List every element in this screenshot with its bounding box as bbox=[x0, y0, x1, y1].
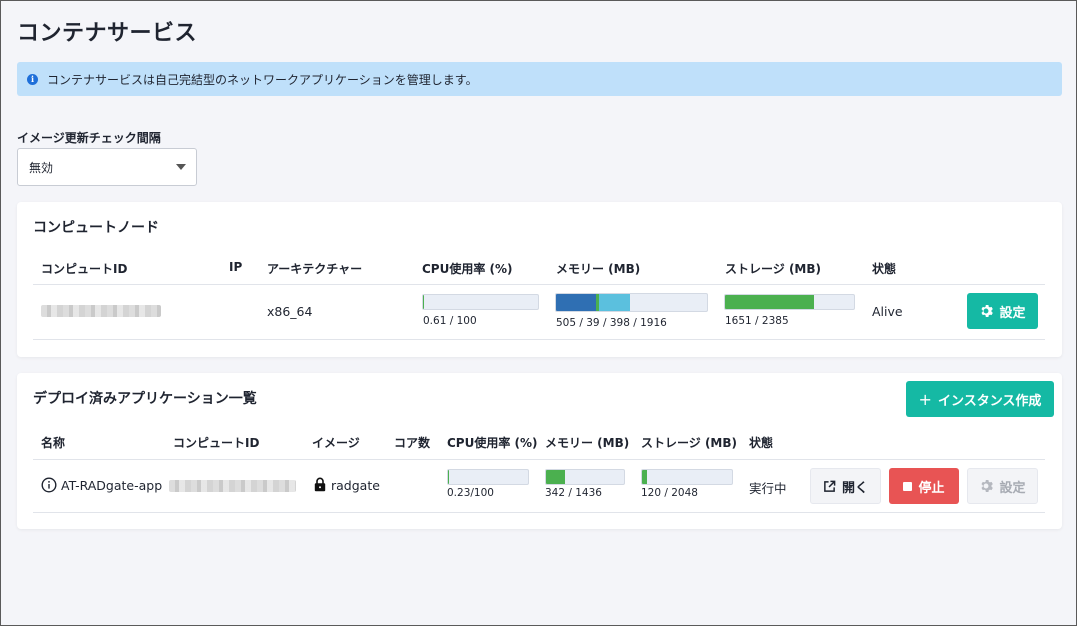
col-app-memory: メモリー (MB) bbox=[545, 436, 630, 450]
create-instance-button[interactable]: + インスタンス作成 bbox=[906, 381, 1054, 417]
node-memory-used bbox=[556, 294, 596, 311]
app-settings-label: 設定 bbox=[999, 480, 1026, 496]
compute-nodes-card: コンピュートノード コンピュートID IP アーキテクチャー CPU使用率 (%… bbox=[17, 202, 1062, 357]
header-divider bbox=[33, 459, 1045, 460]
info-banner: i コンテナサービスは自己完結型のネットワークアプリケーションを管理します。 bbox=[17, 62, 1062, 96]
page-title: コンテナサービス bbox=[17, 21, 198, 46]
node-storage-bar bbox=[724, 294, 855, 310]
update-check-select[interactable]: 無効 bbox=[17, 148, 197, 186]
stop-icon bbox=[903, 481, 913, 491]
lock-icon bbox=[314, 477, 326, 492]
update-check-value: 無効 bbox=[29, 160, 54, 175]
node-memory-bar bbox=[555, 293, 708, 312]
col-app-cpu: CPU使用率 (%) bbox=[447, 436, 538, 450]
app-storage-bar bbox=[641, 469, 733, 485]
app-name: AT-RADgate-app bbox=[61, 478, 163, 493]
node-status: Alive bbox=[872, 304, 903, 319]
info-icon: i bbox=[27, 73, 38, 85]
col-cores: コア数 bbox=[394, 436, 431, 450]
app-cpu-bar bbox=[447, 469, 529, 485]
compute-id-redacted bbox=[41, 305, 161, 317]
app-image: radgate bbox=[331, 478, 380, 493]
col-status: 状態 bbox=[872, 262, 897, 276]
node-cpu-fill bbox=[423, 295, 425, 309]
col-app-compute-id: コンピュートID bbox=[173, 436, 260, 450]
gear-icon bbox=[979, 479, 994, 493]
node-settings-button[interactable]: 設定 bbox=[967, 293, 1038, 329]
node-cpu-text: 0.61 / 100 bbox=[423, 315, 477, 327]
open-label: 開く bbox=[841, 480, 868, 496]
col-image: イメージ bbox=[312, 436, 360, 450]
node-memory-text: 505 / 39 / 398 / 1916 bbox=[556, 317, 667, 329]
row-divider bbox=[33, 512, 1045, 513]
col-app-status: 状態 bbox=[749, 436, 774, 450]
row-divider bbox=[33, 339, 1045, 340]
stop-label: 停止 bbox=[918, 480, 945, 496]
deployed-apps-title: デプロイ済みアプリケーション一覧 bbox=[33, 391, 257, 407]
plus-icon: + bbox=[918, 389, 932, 409]
stop-button[interactable]: 停止 bbox=[889, 468, 959, 504]
chevron-down-icon bbox=[176, 164, 186, 170]
col-cpu: CPU使用率 (%) bbox=[422, 262, 513, 276]
app-memory-text: 342 / 1436 bbox=[545, 487, 602, 499]
node-storage-text: 1651 / 2385 bbox=[725, 315, 789, 327]
gear-icon bbox=[979, 304, 994, 318]
col-storage: ストレージ (MB) bbox=[725, 262, 821, 276]
info-banner-text: コンテナサービスは自己完結型のネットワークアプリケーションを管理します。 bbox=[47, 72, 478, 87]
col-memory: メモリー (MB) bbox=[556, 262, 641, 276]
col-app-storage: ストレージ (MB) bbox=[641, 436, 737, 450]
col-name: 名称 bbox=[41, 436, 66, 450]
app-status: 実行中 bbox=[749, 481, 787, 496]
open-button[interactable]: 開く bbox=[810, 468, 881, 504]
info-circle-icon[interactable] bbox=[41, 477, 57, 493]
app-storage-text: 120 / 2048 bbox=[641, 487, 698, 499]
app-cpu-text: 0.23/100 bbox=[447, 487, 494, 499]
col-ip: IP bbox=[229, 260, 243, 274]
deployed-apps-card: デプロイ済みアプリケーション一覧 + インスタンス作成 名称 コンピュートID … bbox=[17, 373, 1062, 529]
create-instance-label: インスタンス作成 bbox=[937, 393, 1042, 409]
update-check-label: イメージ更新チェック間隔 bbox=[17, 131, 161, 145]
app-memory-bar bbox=[545, 469, 625, 485]
node-memory-cache bbox=[598, 294, 631, 311]
compute-nodes-title: コンピュートノード bbox=[33, 220, 159, 236]
app-storage-fill bbox=[642, 470, 648, 484]
node-storage-fill bbox=[725, 295, 815, 309]
app-settings-button[interactable]: 設定 bbox=[967, 468, 1038, 504]
header-divider bbox=[33, 284, 1045, 285]
node-arch: x86_64 bbox=[267, 304, 313, 319]
col-arch: アーキテクチャー bbox=[267, 262, 363, 276]
node-settings-label: 設定 bbox=[999, 305, 1026, 321]
external-link-icon bbox=[823, 480, 836, 493]
node-cpu-bar bbox=[422, 294, 539, 310]
app-compute-id-redacted bbox=[169, 480, 296, 492]
app-memory-fill bbox=[546, 470, 565, 484]
col-compute-id: コンピュートID bbox=[41, 262, 128, 276]
